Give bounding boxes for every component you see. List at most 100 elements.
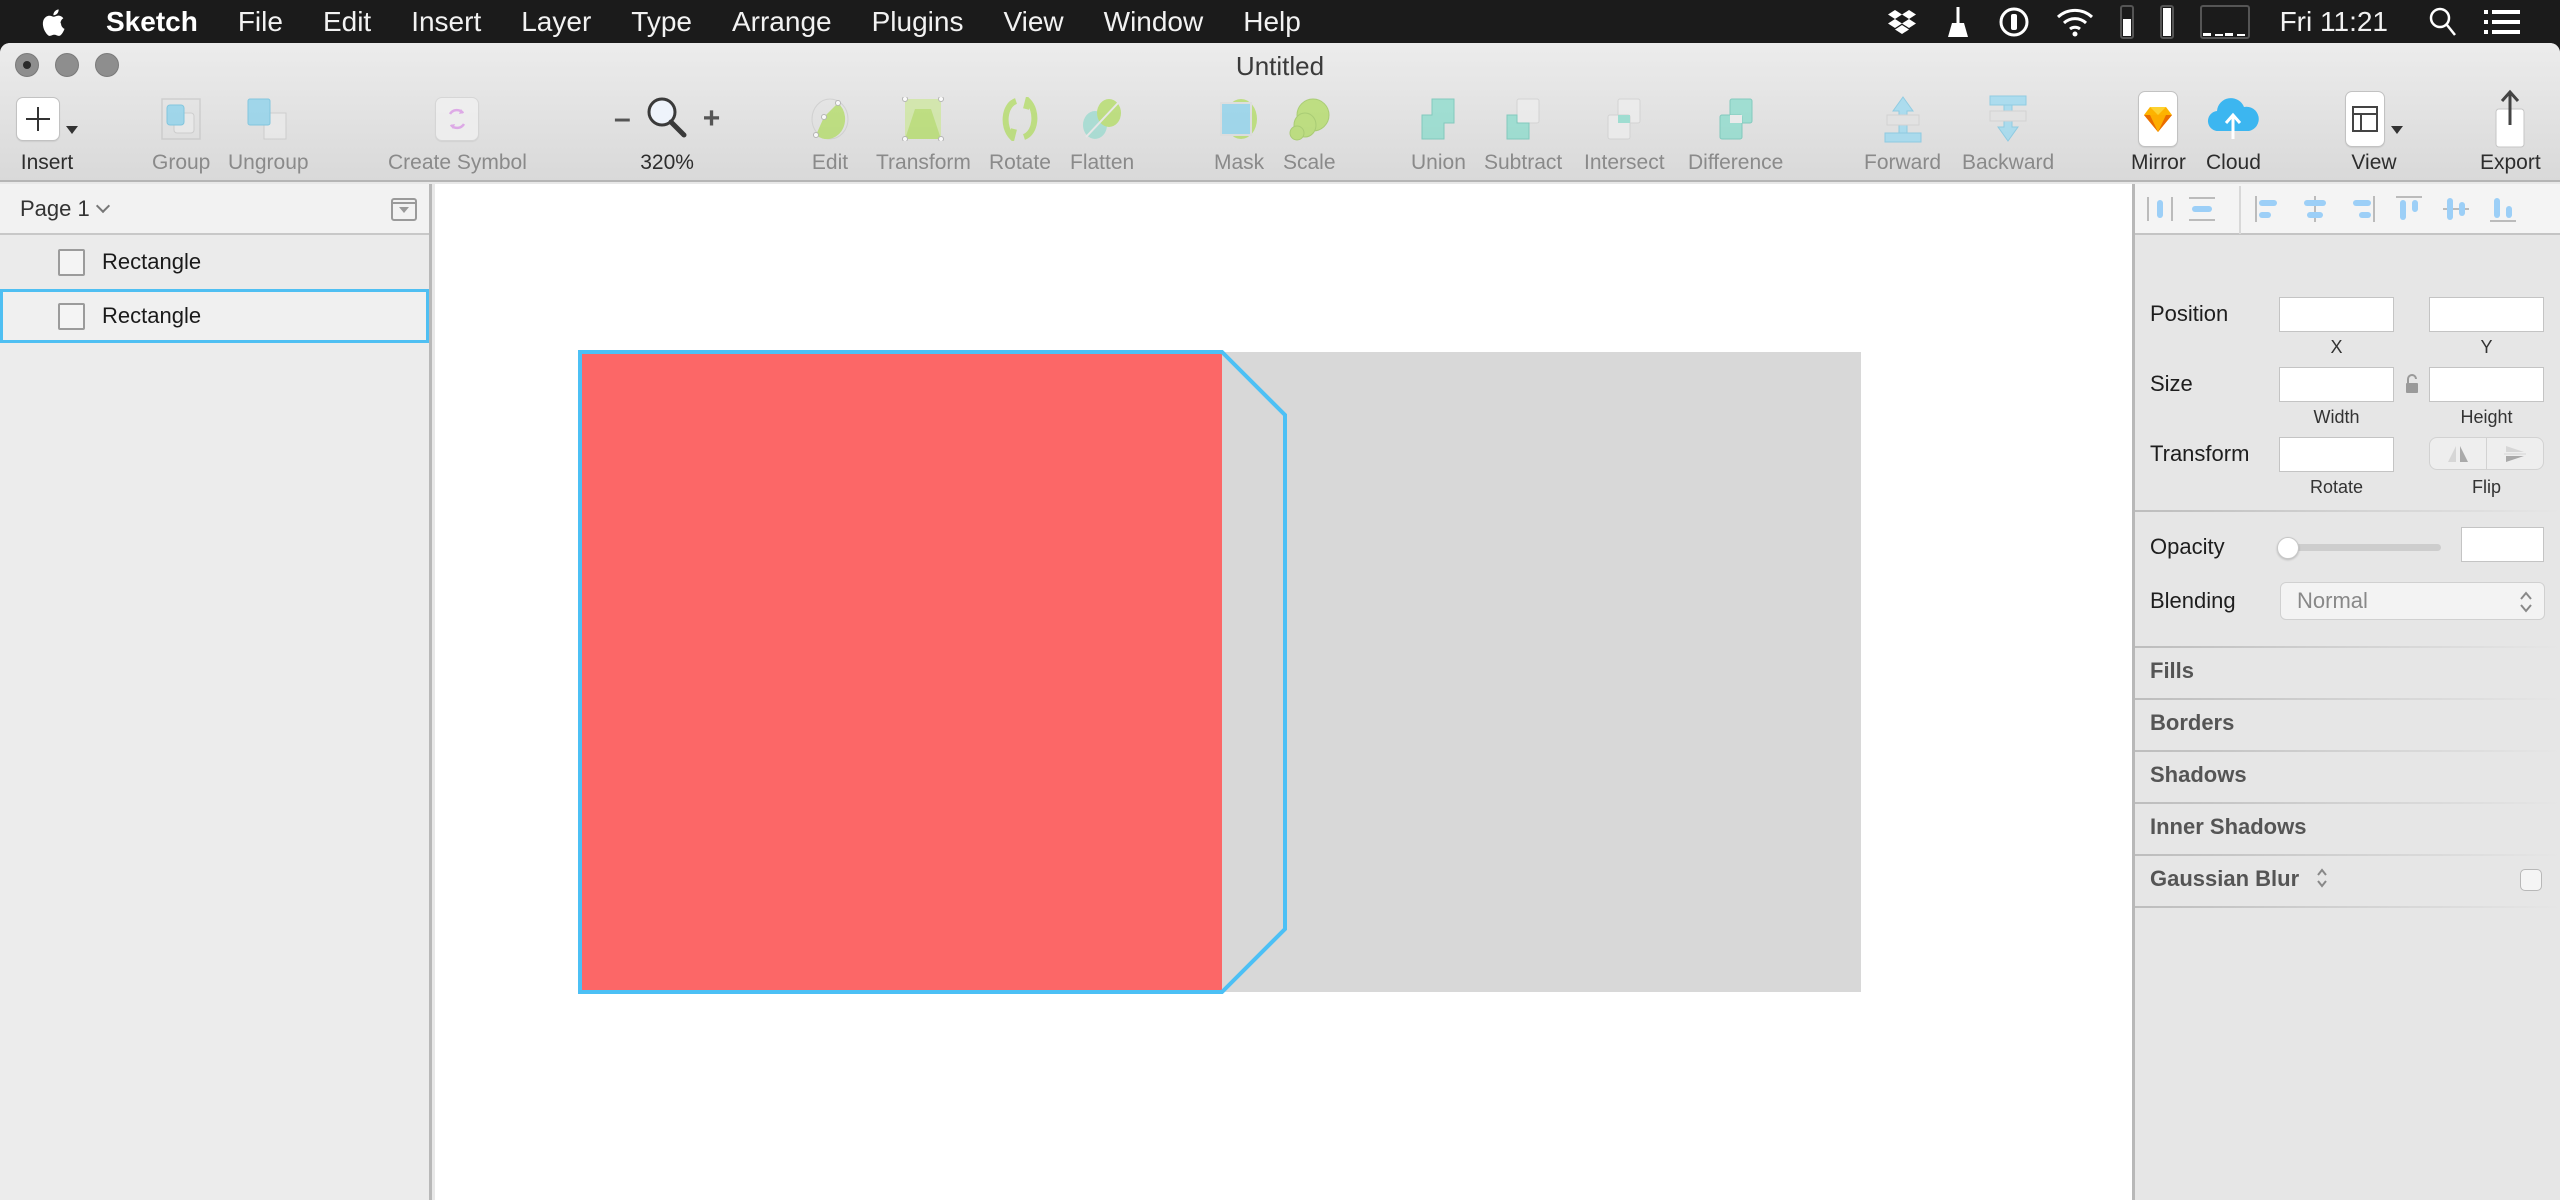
wifi-icon[interactable] bbox=[2056, 7, 2094, 37]
menu-type[interactable]: Type bbox=[631, 6, 692, 38]
menu-plugins[interactable]: Plugins bbox=[872, 6, 964, 38]
divider bbox=[2135, 698, 2560, 700]
page-selector[interactable]: Page 1 bbox=[0, 184, 429, 235]
group-label: Group bbox=[152, 151, 211, 174]
scale-icon bbox=[1287, 91, 1331, 147]
sketch-window: Untitled Insert Group Ungroup Create Sym… bbox=[0, 43, 2560, 1200]
dropdown-arrow-icon bbox=[66, 126, 78, 134]
borders-section[interactable]: Borders bbox=[2150, 710, 2234, 736]
menu-file[interactable]: File bbox=[238, 6, 283, 38]
difference-icon bbox=[1714, 91, 1758, 147]
group-button[interactable]: Group bbox=[152, 91, 210, 175]
mirror-button[interactable]: Mirror bbox=[2131, 91, 2186, 175]
opacity-slider-handle[interactable] bbox=[2277, 537, 2299, 559]
menu-bar: Sketch File Edit Insert Layer Type Arran… bbox=[0, 0, 2560, 43]
battery-gauge-icon[interactable] bbox=[2159, 4, 2174, 39]
forward-button[interactable]: Forward bbox=[1864, 91, 1941, 175]
gaussian-blur-label: Gaussian Blur bbox=[2150, 866, 2300, 891]
dropdown-arrow-icon bbox=[2391, 126, 2403, 134]
fills-section[interactable]: Fills bbox=[2150, 658, 2194, 684]
align-right-icon[interactable] bbox=[2347, 194, 2377, 224]
rotate-input[interactable] bbox=[2279, 437, 2394, 472]
opacity-input[interactable] bbox=[2461, 527, 2544, 562]
spotlight-search-icon[interactable] bbox=[2428, 6, 2458, 38]
menu-layer[interactable]: Layer bbox=[521, 6, 591, 38]
export-button[interactable]: Export bbox=[2480, 89, 2541, 175]
subtract-button[interactable]: Subtract bbox=[1484, 91, 1562, 175]
red-rectangle[interactable] bbox=[580, 352, 1222, 992]
transform-button[interactable]: Transform bbox=[876, 91, 971, 175]
cloud-button[interactable]: Cloud bbox=[2206, 91, 2261, 175]
opacity-slider[interactable] bbox=[2281, 544, 2441, 551]
ungroup-button[interactable]: Ungroup bbox=[228, 91, 309, 175]
mask-button[interactable]: Mask bbox=[1214, 91, 1264, 175]
battery-gauge-icon[interactable] bbox=[2119, 4, 2134, 39]
layer-item-selected[interactable]: Rectangle bbox=[0, 289, 429, 343]
width-input[interactable] bbox=[2279, 367, 2394, 402]
align-vertical-center-icon[interactable] bbox=[2441, 194, 2471, 224]
flatten-button[interactable]: Flatten bbox=[1070, 91, 1134, 175]
distribute-horizontal-icon[interactable] bbox=[2145, 194, 2175, 224]
magnifier-icon[interactable] bbox=[645, 95, 689, 144]
menu-window[interactable]: Window bbox=[1104, 6, 1204, 38]
view-layout-icon bbox=[2345, 91, 2385, 147]
scale-label: Scale bbox=[1283, 151, 1336, 174]
zoom-out-button[interactable]: – bbox=[614, 102, 631, 136]
menu-view[interactable]: View bbox=[1003, 6, 1063, 38]
intersect-button[interactable]: Intersect bbox=[1584, 91, 1665, 175]
rotate-button[interactable]: Rotate bbox=[989, 91, 1051, 175]
position-x-input[interactable] bbox=[2279, 297, 2394, 332]
apple-menu-icon[interactable] bbox=[40, 5, 70, 39]
gaussian-blur-section[interactable]: Gaussian Blur bbox=[2150, 866, 2329, 892]
zoom-in-button[interactable]: + bbox=[703, 102, 721, 136]
notification-center-icon[interactable] bbox=[2484, 8, 2520, 36]
flip-control bbox=[2429, 437, 2544, 470]
subtract-label: Subtract bbox=[1484, 151, 1563, 174]
gaussian-blur-checkbox[interactable] bbox=[2520, 869, 2542, 891]
scale-button[interactable]: Scale bbox=[1283, 91, 1336, 175]
align-horizontal-center-icon[interactable] bbox=[2300, 194, 2330, 224]
menu-edit[interactable]: Edit bbox=[323, 6, 371, 38]
unlock-proportions-icon[interactable] bbox=[2405, 374, 2419, 394]
shadows-section[interactable]: Shadows bbox=[2150, 762, 2247, 788]
height-input[interactable] bbox=[2429, 367, 2544, 402]
align-left-icon[interactable] bbox=[2253, 194, 2283, 224]
flip-vertical-button[interactable] bbox=[2486, 438, 2543, 469]
edit-button[interactable]: Edit bbox=[810, 91, 850, 175]
toggle-pages-icon[interactable] bbox=[391, 198, 417, 221]
transform-label: Transform bbox=[876, 151, 971, 174]
insert-button[interactable]: Insert bbox=[16, 91, 78, 175]
layer-item[interactable]: Rectangle bbox=[0, 235, 429, 289]
zoom-control: – + 320% bbox=[614, 91, 720, 175]
flip-horizontal-button[interactable] bbox=[2430, 438, 2486, 469]
intersect-label: Intersect bbox=[1584, 151, 1665, 174]
canvas[interactable] bbox=[435, 184, 2132, 1200]
view-button[interactable]: View bbox=[2345, 91, 2403, 175]
position-y-input[interactable] bbox=[2429, 297, 2544, 332]
create-symbol-button[interactable]: Create Symbol bbox=[388, 91, 527, 175]
password-manager-icon[interactable] bbox=[1998, 6, 2030, 38]
menu-insert[interactable]: Insert bbox=[411, 6, 481, 38]
clock[interactable]: Fri 11:21 bbox=[2280, 6, 2388, 38]
align-top-icon[interactable] bbox=[2394, 194, 2424, 224]
dropbox-icon[interactable] bbox=[1886, 6, 1918, 38]
artboard-svg bbox=[578, 350, 1861, 994]
up-down-chevron-icon[interactable] bbox=[2315, 867, 2329, 889]
backward-button[interactable]: Backward bbox=[1962, 91, 2054, 175]
difference-button[interactable]: Difference bbox=[1688, 91, 1783, 175]
menu-help[interactable]: Help bbox=[1243, 6, 1301, 38]
cleaner-broom-icon[interactable] bbox=[1944, 5, 1972, 39]
edit-path-icon bbox=[810, 91, 850, 147]
inner-shadows-section[interactable]: Inner Shadows bbox=[2150, 814, 2306, 840]
menu-arrange[interactable]: Arrange bbox=[732, 6, 832, 38]
blending-select[interactable]: Normal bbox=[2280, 582, 2545, 620]
flatten-label: Flatten bbox=[1070, 151, 1135, 174]
export-label: Export bbox=[2480, 151, 2541, 174]
menu-meter-icon[interactable] bbox=[2199, 4, 2250, 39]
grey-rectangle[interactable] bbox=[1222, 352, 1861, 992]
align-bottom-icon[interactable] bbox=[2488, 194, 2518, 224]
union-button[interactable]: Union bbox=[1411, 91, 1466, 175]
rectangle-layer-icon bbox=[58, 248, 85, 276]
distribute-vertical-icon[interactable] bbox=[2187, 194, 2217, 224]
menu-app-sketch[interactable]: Sketch bbox=[106, 6, 198, 38]
